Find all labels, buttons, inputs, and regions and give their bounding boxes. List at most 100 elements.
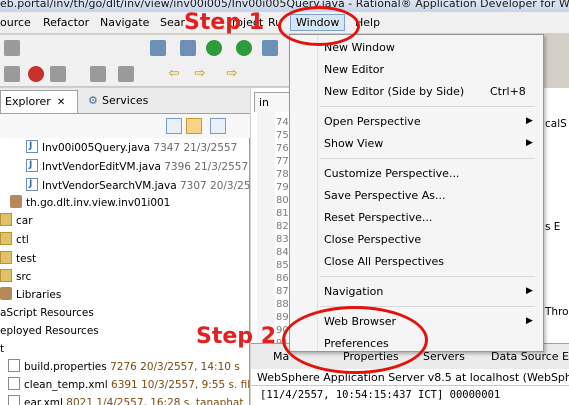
explorer-view-toolbar [0, 114, 250, 138]
collapse-all-icon[interactable] [166, 118, 182, 134]
line-number: 89 [276, 312, 289, 323]
menu-item-new-editor[interactable]: New Editor [324, 63, 384, 76]
tree-item[interactable]: src [0, 269, 31, 286]
console-header: WebSphere Application Server v8.5 at loc… [251, 369, 569, 386]
menu-navigate[interactable]: Navigate [100, 16, 149, 29]
toolbar-stop-icon[interactable] [28, 66, 44, 82]
tree-item[interactable]: build.properties 7276 20/3/2557, 14:10 s [8, 359, 240, 376]
menu-separator [320, 106, 535, 107]
line-number: 74 [276, 117, 289, 128]
submenu-arrow-icon: ▶ [526, 316, 533, 326]
explorer-tab-strip: Explorer ✕ ⚙ Services [0, 88, 250, 114]
menu-refactor[interactable]: Refactor [43, 16, 89, 29]
tree-item[interactable]: ear.xml 8021 1/4/2557, 16:28 s. tanaphat [8, 395, 243, 405]
line-number: 79 [276, 182, 289, 193]
menu-item-show-view[interactable]: Show View [324, 137, 383, 150]
line-number: 77 [276, 156, 289, 167]
line-number: 76 [276, 143, 289, 154]
line-number: 85 [276, 260, 289, 271]
toolbar-new-icon[interactable] [4, 40, 20, 56]
window-title: eb.portal/inv/th/go/dlt/inv/view/inv00i0… [0, 0, 569, 10]
explorer-view: Explorer ✕ ⚙ Services Inv00i005Query.java … [0, 88, 250, 405]
tab-explorer[interactable]: Explorer ✕ [0, 90, 78, 113]
toolbar-binary-icon[interactable] [180, 40, 196, 56]
tree-item[interactable]: InvtVendorEditVM.java 7396 21/3/2557 [26, 157, 248, 176]
tree-item[interactable]: ctl [0, 232, 29, 249]
menu-item-reset-perspective[interactable]: Reset Perspective... [324, 211, 432, 224]
menu-source[interactable]: ource [0, 16, 31, 29]
tab-services[interactable]: ⚙ Services [84, 90, 154, 113]
menu-search[interactable]: Sear [160, 16, 185, 29]
tab-services-label: Services [102, 94, 149, 107]
link-with-editor-icon[interactable] [186, 118, 202, 134]
view-menu-icon[interactable] [210, 118, 226, 134]
menu-item-save-perspective-as[interactable]: Save Perspective As... [324, 189, 445, 202]
window-title-bar: eb.portal/inv/th/go/dlt/inv/view/inv00i0… [0, 0, 569, 12]
toolbar-next-annotation-icon[interactable] [118, 66, 134, 82]
code-text: Thro [545, 306, 569, 318]
tree-item[interactable]: test [0, 251, 36, 268]
code-text: calS [545, 118, 567, 130]
main-toolbar [0, 35, 290, 61]
secondary-toolbar: ⇦ ⇨ ⇨ [0, 61, 290, 87]
line-number: 81 [276, 208, 289, 219]
submenu-arrow-icon: ▶ [526, 116, 533, 126]
folder-icon [0, 251, 12, 264]
line-number: 83 [276, 234, 289, 245]
toolbar-external-tools-icon[interactable] [262, 40, 278, 56]
toolbar-forward-icon[interactable]: ⇨ [192, 66, 208, 82]
properties-file-icon [8, 359, 20, 372]
java-file-icon [26, 157, 38, 174]
menu-separator [320, 276, 535, 277]
tree-item[interactable]: aScript Resources [0, 305, 94, 322]
tree-item[interactable]: car [0, 213, 33, 230]
menu-item-close-all-perspectives[interactable]: Close All Perspectives [324, 255, 444, 268]
toolbar-server-icon[interactable] [150, 40, 166, 56]
step-1-highlight-ring [278, 6, 360, 46]
line-number: 86 [276, 273, 289, 284]
submenu-arrow-icon: ▶ [526, 286, 533, 296]
tree-item[interactable]: InvtVendorSearchVM.java 7307 20/3/2557 [26, 176, 250, 195]
menu-item-close-perspective[interactable]: Close Perspective [324, 233, 421, 246]
toolbar-run-icon[interactable] [236, 40, 252, 56]
toolbar-annotation-icon[interactable] [90, 66, 106, 82]
line-number: 80 [276, 195, 289, 206]
menu-accelerator: Ctrl+8 [490, 85, 526, 98]
tree-item[interactable]: Inv00i005Query.java 7347 21/3/2557 [26, 138, 237, 157]
menu-separator [320, 158, 535, 159]
line-number: 84 [276, 247, 289, 258]
step-1-label: Step 1 [184, 10, 264, 35]
package-icon [10, 195, 22, 208]
xml-file-icon [8, 395, 20, 405]
menu-item-open-perspective[interactable]: Open Perspective [324, 115, 421, 128]
menu-item-navigation[interactable]: Navigation [324, 285, 383, 298]
tree-item[interactable]: eployed Resources [0, 323, 99, 340]
folder-icon [0, 213, 12, 226]
console-output-line: [11/4/2557, 10:54:15:437 ICT] 00000001 [251, 386, 569, 405]
toolbar-hand-icon[interactable] [50, 66, 66, 82]
submenu-arrow-icon: ▶ [526, 138, 533, 148]
close-icon[interactable]: ✕ [57, 97, 65, 108]
tree-item[interactable]: Libraries [0, 287, 61, 304]
toolbar-skip-breakpoints-icon[interactable] [4, 66, 20, 82]
line-number: 88 [276, 299, 289, 310]
tree-item[interactable]: th.go.dlt.inv.view.inv01i001 [10, 195, 170, 212]
toolbar-arrow-icon[interactable]: ⇨ [224, 66, 240, 82]
menu-item-customize-perspective[interactable]: Customize Perspective... [324, 167, 459, 180]
menu-item-new-editor-side-by-side[interactable]: New Editor (Side by Side) [324, 85, 464, 98]
line-number: 75 [276, 130, 289, 141]
tree-item[interactable]: t [0, 341, 4, 358]
line-number: 87 [276, 286, 289, 297]
services-icon: ⚙ [88, 94, 98, 107]
line-number: 78 [276, 169, 289, 180]
toolbar-back-icon[interactable]: ⇦ [166, 66, 182, 82]
toolbar-debug-icon[interactable] [206, 40, 222, 56]
line-number: 82 [276, 221, 289, 232]
project-tree: Inv00i005Query.java 7347 21/3/2557 InvtV… [0, 138, 250, 405]
editor-gutter [257, 112, 275, 343]
window-menu-dropdown: New Window New Editor New Editor (Side b… [289, 34, 544, 352]
step-2-label: Step 2 [196, 324, 276, 349]
code-text: s E [545, 221, 561, 233]
tree-item[interactable]: clean_temp.xml 6391 10/3/2557, 9:55 s. f… [8, 377, 250, 394]
xml-file-icon [8, 377, 20, 390]
